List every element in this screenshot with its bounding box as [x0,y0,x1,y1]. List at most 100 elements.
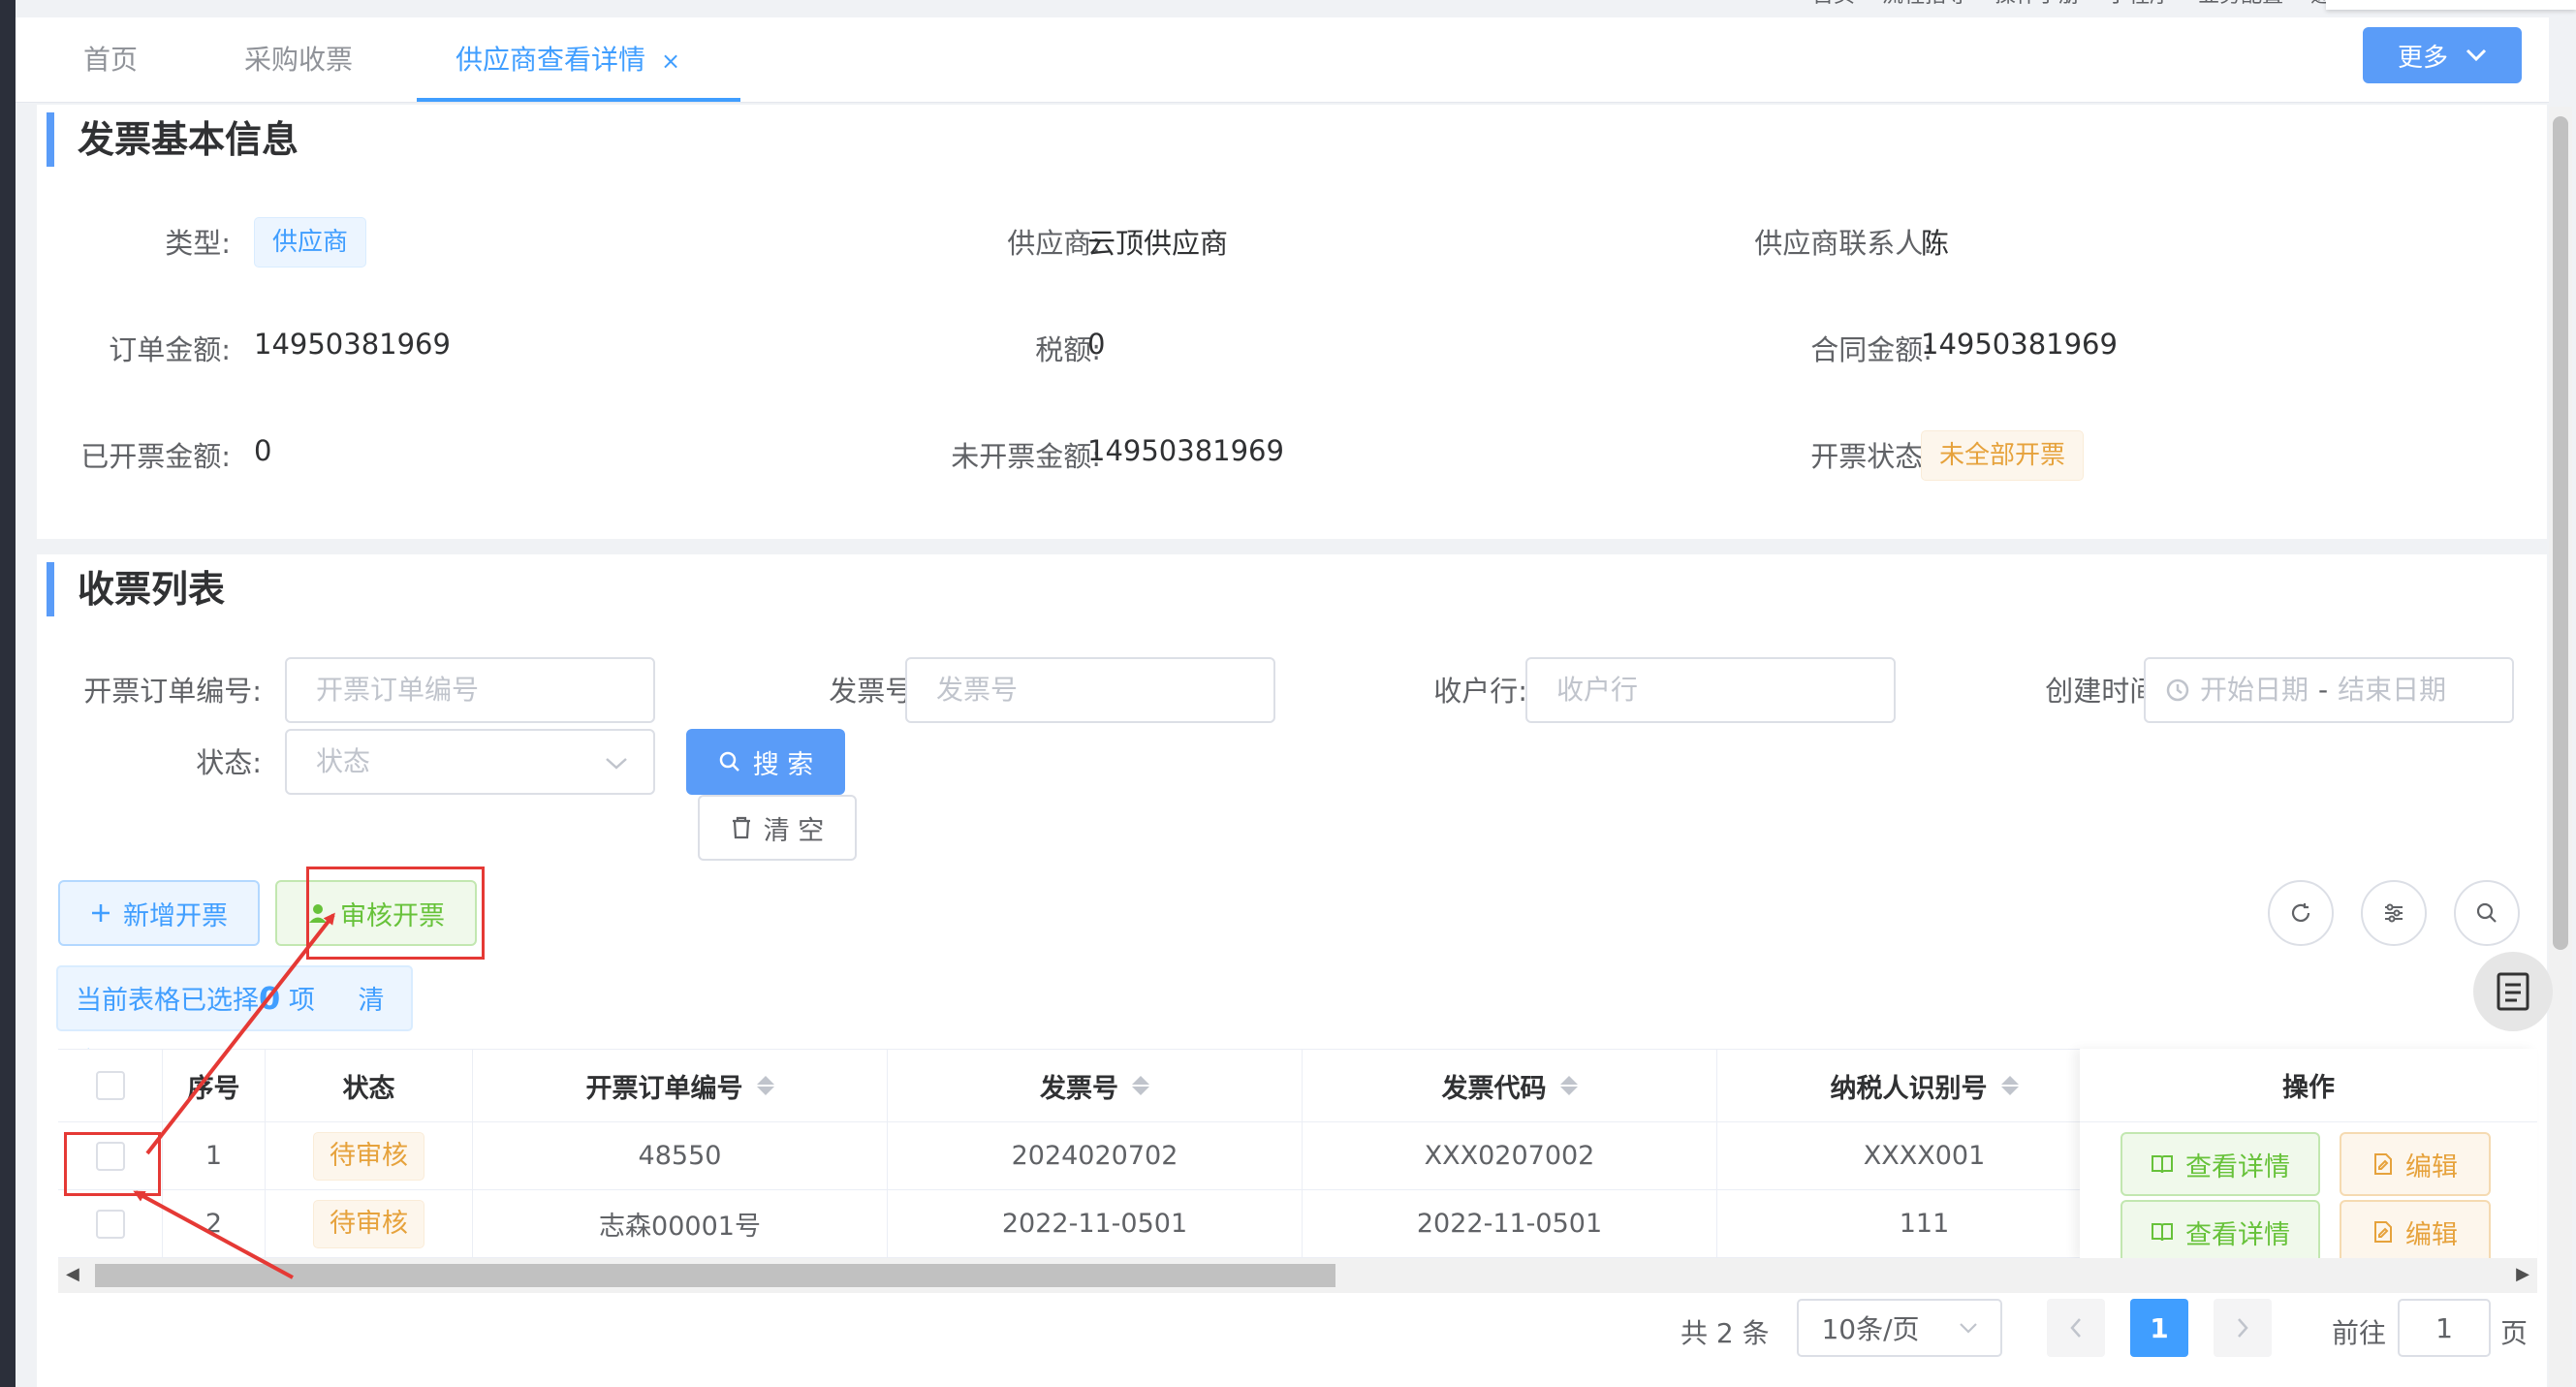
chevron-down-icon [2466,48,2487,62]
top-link-home[interactable]: 首页 [1812,0,1855,14]
type-tag: 供应商 [254,217,367,268]
status-select[interactable]: 状态 [285,729,655,795]
col-taxpayer-id[interactable]: 纳税人识别号 [1717,1050,2132,1121]
scroll-right-icon[interactable]: ▶ [2516,1264,2529,1284]
col-order-no[interactable]: 开票订单编号 [473,1050,888,1121]
sort-icon[interactable] [1132,1076,1149,1095]
sort-icon[interactable] [2000,1076,2019,1095]
chevron-down-icon [605,731,628,793]
edit-label: 编辑 [2405,1219,2458,1250]
tab-home[interactable]: 首页 [83,17,138,103]
col-order-no-label: 开票订单编号 [585,1073,743,1104]
horizontal-scrollbar-thumb[interactable] [95,1264,1335,1287]
top-link-miniapp[interactable]: 小程序 [2107,0,2171,14]
supplier-label: 供应商: [1007,227,1101,260]
row-select-cell [58,1190,163,1257]
invoiced-label: 已开票金额: [80,440,231,473]
left-sidebar-edge [0,0,16,1387]
sliders-icon [2385,903,2403,923]
row-checkbox[interactable] [95,1209,125,1239]
top-link-guide[interactable]: 流程指导 [1882,0,1967,14]
contact-value: 陈 [1921,227,1950,260]
book-icon [2152,1223,2173,1242]
clear-filters-label: 清 空 [763,815,825,846]
clear-filters-button[interactable]: 清 空 [698,795,857,861]
tax-value: 0 [1087,328,1106,361]
page-unit-label: 页 [2500,1317,2529,1349]
chevron-down-icon [1959,1323,1977,1334]
status-badge: 待审核 [313,1131,424,1181]
vertical-scrollbar-thumb[interactable] [2553,116,2568,950]
date-start-placeholder: 开始日期 [2200,674,2309,706]
edit-button[interactable]: 编辑 [2340,1132,2491,1196]
more-button-label: 更多 [2397,43,2448,73]
column-settings-button[interactable] [2361,880,2427,946]
page-size-select[interactable]: 10条/页 [1797,1299,2002,1357]
floating-document-button[interactable] [2473,952,2553,1031]
col-invoice-no-label: 发票号 [1040,1073,1118,1104]
view-detail-label: 查看详情 [2185,1151,2290,1182]
tab-purchase-receipt-label: 采购收票 [244,44,354,76]
chevron-left-icon [2070,1318,2081,1338]
dropdown-popover-edge [2326,0,2576,10]
view-detail-label: 查看详情 [2185,1219,2290,1250]
chevron-right-icon [2238,1318,2248,1338]
tab-close-icon[interactable]: × [661,47,680,75]
add-invoice-button[interactable]: 新增开票 [58,880,260,946]
scroll-left-icon[interactable]: ◀ [66,1264,79,1284]
page-number-current[interactable]: 1 [2130,1299,2188,1357]
annotation-highlight-checkbox [64,1132,161,1196]
invoice-no-input[interactable]: 发票号 [905,657,1275,723]
top-link-config[interactable]: 业务配置 [2198,0,2283,14]
order-amount-value: 14950381969 [254,328,451,361]
invoice-no-label: 发票号: [829,675,923,708]
col-status: 状态 [266,1050,473,1121]
uninvoiced-label: 未开票金额: [951,440,1101,473]
goto-page-input[interactable]: 1 [2398,1299,2491,1357]
row-index: 1 [163,1122,266,1189]
selection-suffix: 项 [288,986,315,1016]
status-select-placeholder: 状态 [316,745,371,777]
page-size-value: 10条/页 [1821,1313,1920,1345]
edit-button[interactable]: 编辑 [2340,1200,2491,1264]
toggle-search-button[interactable] [2454,880,2520,946]
tabs-bar: 首页 采购收票 供应商查看详情 × 更多 [16,17,2549,103]
search-button[interactable]: 搜 索 [686,729,845,795]
vertical-scrollbar[interactable] [2549,107,2572,1387]
tab-purchase-receipt[interactable]: 采购收票 [244,17,353,103]
add-invoice-label: 新增开票 [123,900,228,931]
invoice-info-title: 发票基本信息 [47,112,298,167]
sort-icon[interactable] [1559,1076,1578,1095]
next-page-button[interactable] [2214,1299,2272,1357]
more-button[interactable]: 更多 [2363,27,2522,83]
view-detail-button[interactable]: 查看详情 [2120,1200,2320,1264]
top-link-manual[interactable]: 操作手册 [1995,0,2080,14]
prev-page-button[interactable] [2047,1299,2105,1357]
order-no-input[interactable]: 开票订单编号 [285,657,655,723]
search-icon [2476,902,2497,923]
row-index: 2 [163,1190,266,1257]
edit-icon [2374,1153,2392,1175]
row-invoice-no: 2022-11-0501 [888,1190,1303,1257]
row-invoice-code: 2022-11-0501 [1303,1190,1717,1257]
date-range-picker[interactable]: 开始日期 - 结束日期 [2144,657,2514,723]
refresh-icon [2291,903,2310,922]
select-all-checkbox[interactable] [95,1071,125,1100]
col-operation: 操作 [2080,1049,2537,1122]
horizontal-scrollbar[interactable]: ◀ ▶ [58,1258,2537,1293]
col-invoice-no[interactable]: 发票号 [888,1050,1303,1121]
selection-count: 0 [259,980,281,1017]
goto-label: 前往 [2332,1317,2387,1349]
bank-label: 收户行: [1433,675,1527,708]
sort-icon[interactable] [756,1076,774,1095]
book-icon [2152,1155,2173,1174]
refresh-button[interactable] [2268,880,2334,946]
row-invoice-code: XXX0207002 [1303,1122,1717,1189]
tab-supplier-detail[interactable]: 供应商查看详情 × [456,17,680,103]
operation-column: 操作 查看详情 编辑 查看详情 编辑 [2080,1049,2537,1264]
col-invoice-code[interactable]: 发票代码 [1303,1050,1717,1121]
view-detail-button[interactable]: 查看详情 [2120,1132,2320,1196]
receipt-list-title: 收票列表 [47,562,225,616]
invoice-info-panel: 发票基本信息 类型: 供应商 供应商: 云顶供应商 供应商联系人: 陈 订单金额… [37,105,2547,539]
bank-input[interactable]: 收户行 [1525,657,1896,723]
